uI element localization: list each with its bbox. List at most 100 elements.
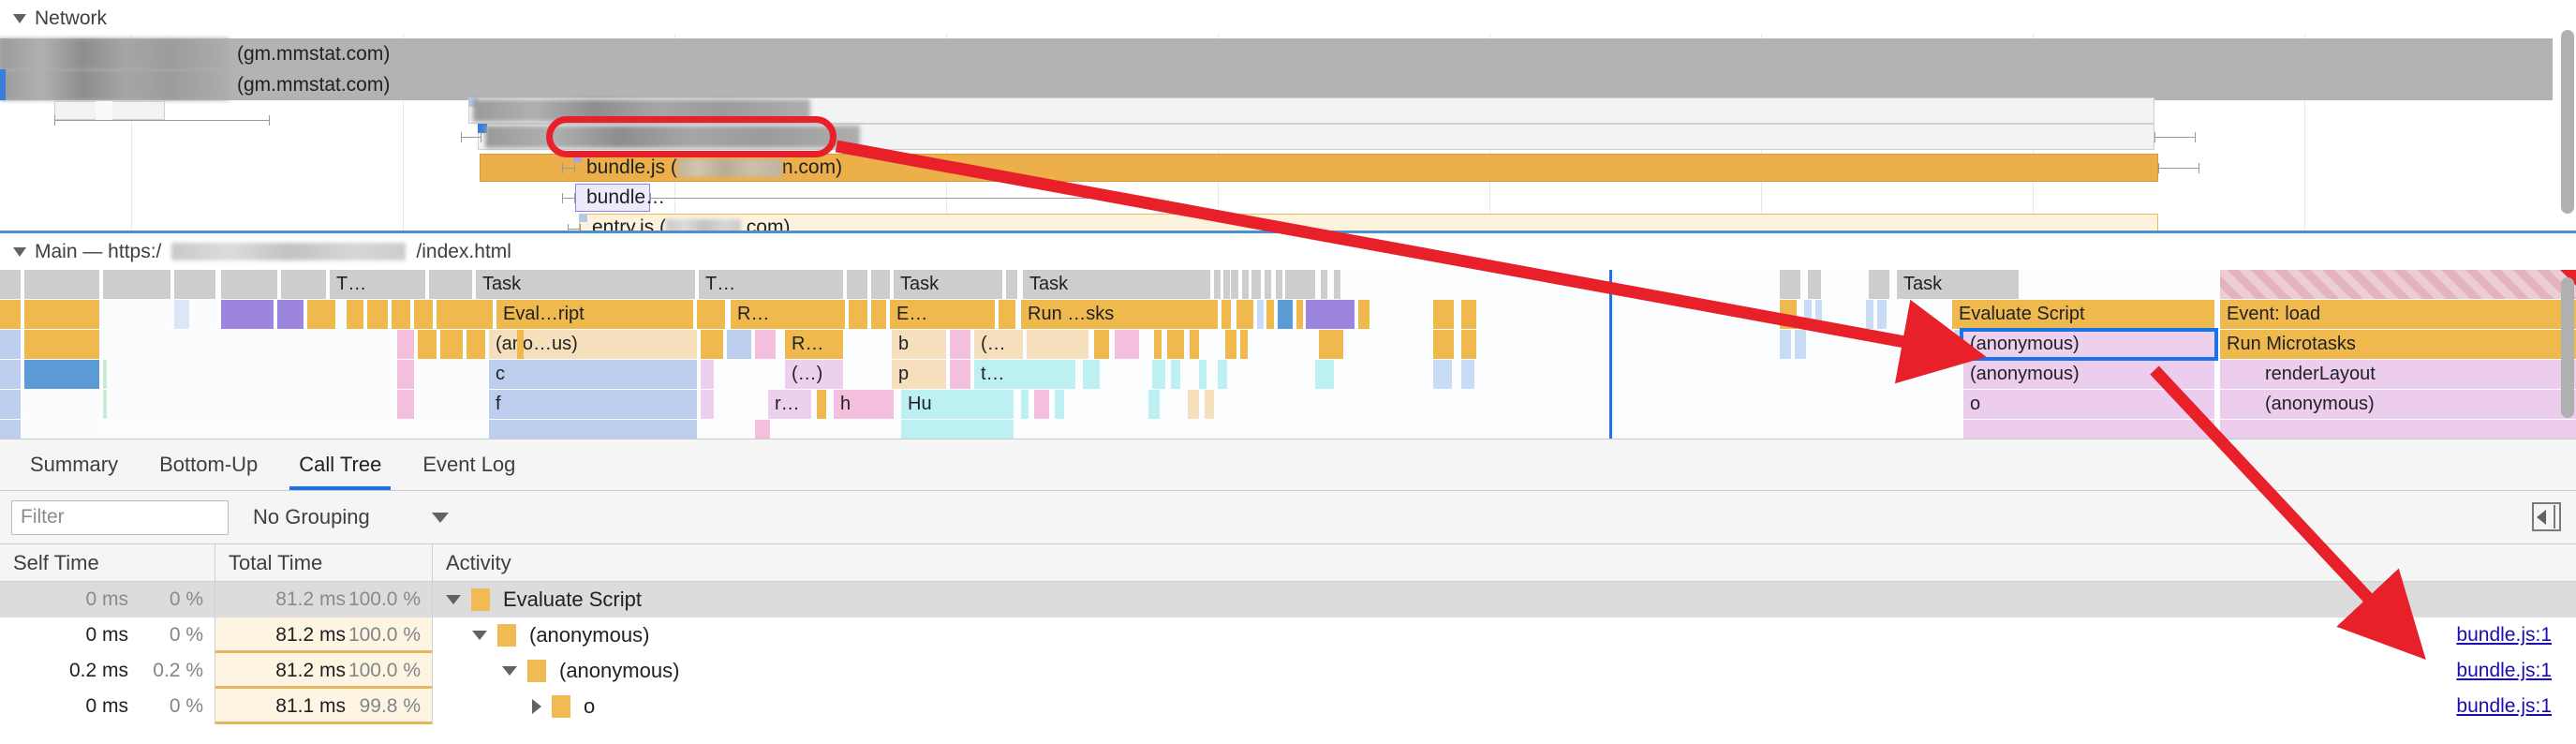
self-time-ms: 0 ms [85,695,128,717]
flame-task-block[interactable]: Task [476,270,695,299]
flame-task-block[interactable]: T… [699,270,843,299]
flame-block[interactable]: (… [974,330,1023,359]
main-track-title-prefix: Main — https:/ [35,240,162,262]
calltree-toolbar: No Grouping [0,491,2576,544]
long-task-stripe[interactable] [2220,270,2576,299]
total-time-bar [215,722,432,724]
total-time-ms: 81.2 ms [275,624,346,646]
flame-block-renderlayout[interactable]: renderLayout [2220,360,2576,389]
table-row[interactable]: 0 ms 0 % 81.2 ms 100.0 % Evaluate Script [0,582,2576,618]
total-time-pct: 99.8 % [359,695,421,717]
network-track-title: Network [35,7,108,29]
flame-block[interactable]: b [892,330,946,359]
total-time-pct: 100.0 % [348,660,421,681]
flame-vertical-scrollbar[interactable] [2561,277,2574,418]
flame-block[interactable]: o [1963,390,2214,419]
activity-color-swatch [552,695,570,718]
column-header-activity[interactable]: Activity [433,544,2576,581]
activity-color-swatch [497,624,516,647]
activity-color-swatch [471,588,490,611]
network-request-label: entry.js (.com) [586,214,790,231]
flame-block[interactable]: f [489,390,697,419]
flame-block[interactable]: h [834,390,894,419]
flame-block[interactable]: c [489,360,697,389]
flame-task-block[interactable]: Task [1897,270,2019,299]
activity-name: (anonymous) [529,623,650,647]
flame-block[interactable]: r… [768,390,811,419]
filter-input[interactable] [11,499,229,535]
triangle-right-icon[interactable] [532,699,541,714]
column-header-total-time[interactable]: Total Time [215,544,433,581]
flame-block-anonymous-2[interactable]: (anonymous) [2220,390,2576,419]
network-request-label: (gm.mmstat.com) [237,74,391,96]
triangle-down-icon[interactable] [13,14,26,23]
self-time-pct: 0.2 % [153,660,203,681]
total-time-pct: 100.0 % [348,624,421,646]
self-time-pct: 0 % [169,695,203,717]
network-request-row[interactable]: (gm.mmstat.com) [0,38,2553,69]
grouping-select[interactable]: No Grouping [242,505,449,529]
total-time-ms: 81.2 ms [275,588,346,610]
flame-block-run-microtasks[interactable]: Run …sks [1021,300,1218,329]
table-row[interactable]: 0.2 ms 0.2 % 81.2 ms 100.0 % (anonymous)… [0,653,2576,689]
self-time-pct: 0 % [169,624,203,646]
total-time-ms: 81.1 ms [275,695,346,717]
tab-event-log[interactable]: Event Log [402,439,536,490]
tab-summary[interactable]: Summary [9,439,139,490]
network-track-header[interactable]: Network [0,0,2576,37]
flame-block-evaluate-script-2[interactable]: Evaluate Script [1952,300,2214,329]
flame-block[interactable]: E… [890,300,995,329]
self-time-ms: 0 ms [85,588,128,610]
activity-color-swatch [527,660,546,682]
flame-task-block[interactable]: Task [1023,270,1210,299]
table-row[interactable]: 0 ms 0 % 81.2 ms 100.0 % (anonymous) bun… [0,618,2576,653]
network-request-row[interactable] [579,214,2158,231]
network-request-label: bundle.js (n.com) [586,156,843,178]
triangle-down-icon[interactable] [446,595,461,604]
call-tree-grid: Self Time Total Time Activity 0 ms 0 % 8… [0,544,2576,744]
total-time-ms: 81.2 ms [275,660,346,681]
flame-block-anonymous-selected[interactable]: (anonymous) [1963,330,2214,359]
triangle-down-icon[interactable] [502,666,517,676]
activity-name: o [584,694,596,718]
devtools-performance-panel: Network (gm.mmstat.com) (gm.mmstat.com) … [0,0,2576,744]
flame-block[interactable]: R… [731,300,845,329]
table-header-row: Self Time Total Time Activity [0,544,2576,582]
self-time-pct: 0 % [169,588,203,610]
column-header-self-time[interactable]: Self Time [0,544,215,581]
source-link[interactable]: bundle.js:1 [2456,695,2552,718]
flame-block[interactable]: Hu [901,390,1014,419]
flame-task-block[interactable]: T… [330,270,425,299]
flame-block-run-microtasks-2[interactable]: Run Microtasks [2220,330,2576,359]
self-time-ms: 0.2 ms [68,660,128,681]
network-vertical-scrollbar[interactable] [2561,30,2574,214]
flame-chart[interactable]: T… Task T… Task Task Task Eval…ript R… E… [0,270,2576,439]
activity-name: (anonymous) [559,659,680,682]
flame-block[interactable]: R… [785,330,843,359]
main-track-title-suffix: /index.html [416,240,511,262]
network-request-row[interactable]: (gm.mmstat.com) [0,69,2553,100]
chevron-down-icon[interactable] [431,512,449,523]
triangle-down-icon[interactable] [13,246,26,257]
table-row[interactable]: 0 ms 0 % 81.1 ms 99.8 % o bundle.js:1 [0,689,2576,724]
triangle-down-icon[interactable] [472,631,487,640]
flame-task-block[interactable]: Task [894,270,1002,299]
tab-bottom-up[interactable]: Bottom-Up [139,439,278,490]
total-time-pct: 100.0 % [348,588,421,610]
details-tabbar: Summary Bottom-Up Call Tree Event Log [0,439,2576,491]
grouping-label: No Grouping [253,505,370,528]
network-track: Network (gm.mmstat.com) (gm.mmstat.com) … [0,0,2576,231]
flame-block[interactable]: t… [974,360,1075,389]
source-link[interactable]: bundle.js:1 [2456,660,2552,682]
flame-block[interactable]: (…) [785,360,843,389]
flame-block[interactable]: (anonymous) [1963,360,2214,389]
source-link[interactable]: bundle.js:1 [2456,624,2552,647]
flame-block-evaluate-script[interactable]: Eval…ript [496,300,693,329]
flame-block-event-load[interactable]: Event: load [2220,300,2576,329]
main-track-header[interactable]: Main — https:/ /index.html [0,231,2576,270]
show-sidebar-icon[interactable] [2532,502,2561,531]
main-thread-track: Main — https:/ /index.html T… Task T… Ta… [0,231,2576,439]
timeline-playhead[interactable] [1609,270,1612,439]
flame-block[interactable]: p [892,360,946,389]
tab-call-tree[interactable]: Call Tree [278,439,402,490]
